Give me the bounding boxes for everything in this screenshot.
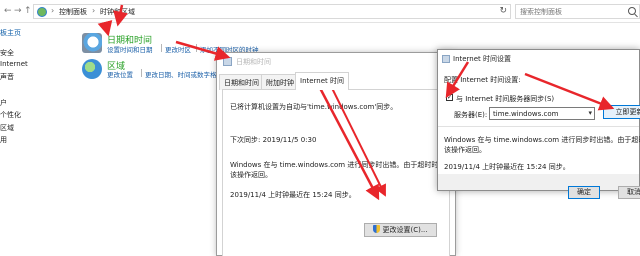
address-bar: ← → ↑ › 控制面板 › 时钟和区域 ↻ bbox=[0, 0, 640, 23]
change-settings-button[interactable]: 更改设置(C)... bbox=[364, 223, 437, 237]
server-select[interactable]: time.windows.com ▾ bbox=[489, 107, 595, 120]
sidebar-item-sound[interactable]: 声音 bbox=[0, 72, 14, 82]
link-set-time-date[interactable]: 设置时间和日期 bbox=[107, 44, 153, 54]
globe-icon[interactable] bbox=[82, 59, 102, 79]
refresh-icon[interactable]: ↻ bbox=[499, 6, 507, 16]
tab-date-time[interactable]: 日期和时间 bbox=[219, 74, 264, 90]
config-label: 配置 Internet 时间设置: bbox=[444, 76, 521, 84]
link-divider bbox=[196, 44, 197, 52]
sidebar-item-ease[interactable]: 用 bbox=[0, 135, 7, 145]
clock-window-icon bbox=[442, 55, 450, 63]
server-label: 服务器(E): bbox=[454, 111, 488, 119]
breadcrumb-separator: › bbox=[92, 6, 96, 15]
search-icon[interactable] bbox=[628, 7, 636, 15]
sidebar-item-accounts[interactable]: 户 bbox=[0, 98, 7, 108]
breadcrumb-separator: › bbox=[51, 6, 55, 15]
last-sync-text: 2019/11/4 上时钟最近在 15:24 同步。 bbox=[230, 191, 356, 199]
search-input[interactable] bbox=[520, 6, 620, 18]
address-box[interactable]: › 控制面板 › 时钟和区域 ↻ bbox=[33, 4, 511, 19]
sidebar-item-personalization[interactable]: 个性化 bbox=[0, 110, 21, 120]
forward-arrow-icon[interactable]: → bbox=[14, 5, 22, 17]
internet-time-dialog-title: Internet 时间设置 bbox=[453, 55, 512, 63]
control-panel-icon bbox=[37, 7, 47, 17]
sync-error-text-2: 该操作返回。 bbox=[444, 146, 486, 154]
sidebar: 板主页 安全 Internet 声音 户 个性化 区域 用 bbox=[0, 23, 72, 256]
last-sync-text: 2019/11/4 上时钟最近在 15:24 同步。 bbox=[444, 163, 570, 171]
clock-icon[interactable] bbox=[82, 33, 102, 53]
sync-error-text: Windows 在与 time.windows.com 进行同步时出错。由于超时… bbox=[444, 136, 640, 144]
clock-window-icon bbox=[223, 57, 232, 66]
datetime-dialog-title: 日期和时间 bbox=[236, 58, 271, 66]
back-arrow-icon[interactable]: ← bbox=[4, 5, 12, 17]
chevron-down-icon[interactable]: ▾ bbox=[588, 109, 592, 117]
dialog-footer bbox=[438, 174, 639, 190]
link-divider bbox=[141, 69, 142, 77]
internet-time-dialog: Internet 时间设置 配置 Internet 时间设置: ✓ 与 Inte… bbox=[437, 49, 640, 191]
change-settings-label: 更改设置(C)... bbox=[382, 226, 428, 234]
up-arrow-icon[interactable]: ↑ bbox=[24, 5, 32, 17]
datetime-tabs: 日期和时间 附加时钟 Internet 时间 bbox=[217, 71, 455, 90]
link-divider bbox=[161, 44, 162, 52]
datetime-titlebar[interactable]: 日期和时间 bbox=[217, 53, 455, 71]
sync-error-text: Windows 在与 time.windows.com 进行同步时出错。由于超时… bbox=[230, 161, 453, 169]
update-now-button[interactable]: 立即更新 bbox=[603, 105, 640, 119]
tab-additional-clocks[interactable]: 附加时钟 bbox=[261, 74, 299, 90]
uac-shield-icon bbox=[373, 225, 381, 233]
sync-error-text-2: 该操作返回。 bbox=[230, 171, 272, 179]
link-change-location[interactable]: 更改位置 bbox=[107, 69, 133, 79]
sync-checkbox-label[interactable]: 与 Internet 时间服务器同步(S) bbox=[456, 94, 554, 104]
link-change-formats[interactable]: 更改日期、时间或数字格式 bbox=[145, 69, 223, 79]
internet-time-panel: 已将计算机设置为自动与'time.windows.com'同步。 下次同步: 2… bbox=[222, 89, 453, 256]
sidebar-item-security[interactable]: 安全 bbox=[0, 48, 14, 58]
link-change-timezone[interactable]: 更改时区 bbox=[165, 44, 191, 54]
sync-status-text: 已将计算机设置为自动与'time.windows.com'同步。 bbox=[230, 103, 398, 111]
breadcrumb-clock-region[interactable]: 时钟和区域 bbox=[100, 7, 135, 17]
search-box[interactable] bbox=[515, 4, 640, 19]
breadcrumb-control-panel[interactable]: 控制面板 bbox=[59, 7, 87, 17]
server-select-value: time.windows.com bbox=[493, 110, 559, 118]
datetime-dialog: 日期和时间 日期和时间 附加时钟 Internet 时间 已将计算机设置为自动与… bbox=[216, 52, 456, 256]
sidebar-item-region[interactable]: 区域 bbox=[0, 123, 14, 133]
cancel-button[interactable]: 取消 bbox=[618, 186, 640, 199]
ok-button[interactable]: 确定 bbox=[568, 186, 600, 199]
sidebar-item-internet[interactable]: Internet bbox=[0, 60, 28, 68]
sidebar-item-home[interactable]: 板主页 bbox=[0, 28, 21, 38]
internet-time-info: Windows 在与 time.windows.com 进行同步时出错。由于超时… bbox=[438, 126, 640, 174]
next-sync-text: 下次同步: 2019/11/5 0:30 bbox=[230, 136, 317, 144]
sync-checkbox[interactable]: ✓ bbox=[446, 94, 453, 101]
tab-internet-time[interactable]: Internet 时间 bbox=[295, 72, 350, 90]
